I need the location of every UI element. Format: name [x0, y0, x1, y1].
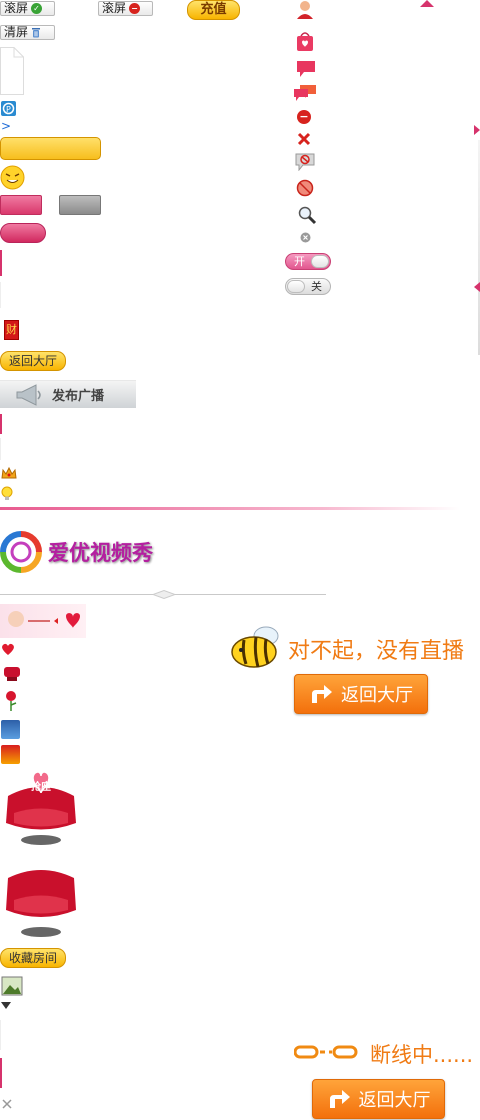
wealth-badge: 财 — [4, 320, 19, 340]
broadcast-button[interactable]: 发布广播 — [0, 380, 136, 408]
back-to-lobby-large-button-2[interactable]: 返回大厅 — [312, 1079, 445, 1119]
pink-pill-button[interactable] — [0, 223, 46, 243]
chat-bubble-icon — [297, 61, 315, 77]
broken-link-icon — [294, 1045, 358, 1059]
redo-arrow-icon — [329, 1090, 350, 1108]
recharge-button[interactable]: 充值 — [187, 0, 240, 20]
pink-button[interactable] — [0, 195, 42, 215]
back-to-lobby-large-label: 返回大厅 — [341, 685, 413, 706]
gray-button[interactable] — [59, 195, 101, 215]
cupid-banner — [0, 604, 86, 638]
heart-icon — [2, 643, 14, 655]
wealth-badge-label: 财 — [6, 323, 17, 336]
small-sofa-icon — [4, 667, 20, 681]
accent-bar — [0, 1058, 2, 1088]
lightbulb-icon — [1, 486, 13, 500]
blank-document-icon — [0, 47, 24, 95]
yellow-bar-button[interactable] — [0, 137, 101, 160]
back-to-lobby-small-button[interactable]: 返回大厅 — [0, 351, 66, 371]
disconnected-message: 断线中...... — [370, 1043, 474, 1067]
divider-diamond-icon — [153, 590, 175, 599]
back-to-lobby-label: 返回大厅 — [8, 354, 57, 368]
brand-logo: 爱优视频秀 — [0, 530, 210, 574]
accent-bar — [0, 414, 2, 434]
smiley-icon — [0, 165, 25, 190]
minus-circle-icon: − — [297, 110, 311, 124]
rose-icon — [6, 691, 17, 711]
user-icon — [297, 1, 313, 19]
blue-gift-icon — [1, 720, 20, 739]
x-icon[interactable] — [297, 132, 311, 146]
no-live-message: 对不起，没有直播 — [288, 639, 465, 664]
favorite-room-label: 收藏房间 — [8, 951, 57, 965]
lucky-gift-icon — [1, 745, 20, 764]
brand-name: 爱优视频秀 — [48, 540, 153, 565]
trash-icon — [32, 28, 41, 38]
minus-icon: − — [129, 3, 141, 14]
caret-left-icon[interactable] — [474, 282, 480, 292]
caret-right-icon[interactable] — [474, 125, 480, 135]
redo-arrow-icon — [312, 685, 332, 703]
parking-icon: P — [1, 101, 16, 116]
sprite-sheet: 滚屏 ✓ 滚屏 − 充值 清屏 P > 财 返回大厅 发布广播 爱优视频秀 抢座… — [0, 0, 480, 1120]
caret-down-icon[interactable] — [1, 1002, 11, 1009]
ban-icon[interactable] — [296, 179, 314, 197]
lock-screen-label: 滚屏 — [4, 1, 29, 15]
svg-text:P: P — [6, 105, 11, 114]
shopping-bag-icon — [297, 32, 313, 51]
favorite-room-button[interactable]: 收藏房间 — [0, 948, 66, 968]
grab-seat-label: 抢座 — [31, 782, 51, 793]
toggle-knob — [287, 280, 305, 293]
check-icon: ✓ — [31, 3, 43, 14]
toggle-on-label: 开 — [294, 255, 305, 268]
image-icon — [1, 976, 23, 996]
toggle-knob — [311, 255, 329, 268]
lock-screen-off-button[interactable]: 滚屏 − — [98, 1, 153, 16]
back-to-lobby-large-label: 返回大厅 — [358, 1090, 431, 1111]
toggle-switch-off[interactable]: 关 — [285, 278, 331, 295]
clear-screen-button[interactable]: 清屏 — [0, 25, 55, 40]
recharge-label: 充值 — [200, 2, 227, 17]
bee-icon — [231, 626, 279, 668]
close-icon[interactable] — [1, 1098, 13, 1110]
lock-screen-on-button[interactable]: 滚屏 ✓ — [0, 1, 55, 16]
divider — [0, 1020, 1, 1050]
clear-screen-label: 清屏 — [4, 25, 29, 39]
chat-bubbles-icon — [294, 85, 316, 101]
arrow-glyph: > — [1, 119, 12, 133]
grab-seat-sofa[interactable]: 抢座 — [0, 768, 82, 848]
lock-screen-label: 滚屏 — [102, 1, 127, 15]
caret-up-icon[interactable] — [420, 0, 434, 7]
sofa-icon — [6, 870, 76, 937]
mute-chat-icon[interactable] — [295, 153, 315, 171]
search-icon[interactable] — [297, 205, 317, 225]
broadcast-label: 发布广播 — [52, 389, 105, 404]
back-to-lobby-large-button[interactable]: 返回大厅 — [294, 674, 428, 714]
accent-bar — [0, 250, 2, 276]
crown-icon — [1, 466, 17, 479]
divider — [0, 282, 1, 308]
toggle-off-label: 关 — [311, 280, 322, 293]
brand-swirl-icon — [0, 531, 42, 573]
divider — [0, 438, 1, 460]
toggle-switch-on[interactable]: 开 — [285, 253, 331, 270]
megaphone-icon — [16, 383, 41, 406]
clear-icon[interactable] — [300, 232, 311, 243]
pink-gradient-divider — [0, 507, 460, 510]
